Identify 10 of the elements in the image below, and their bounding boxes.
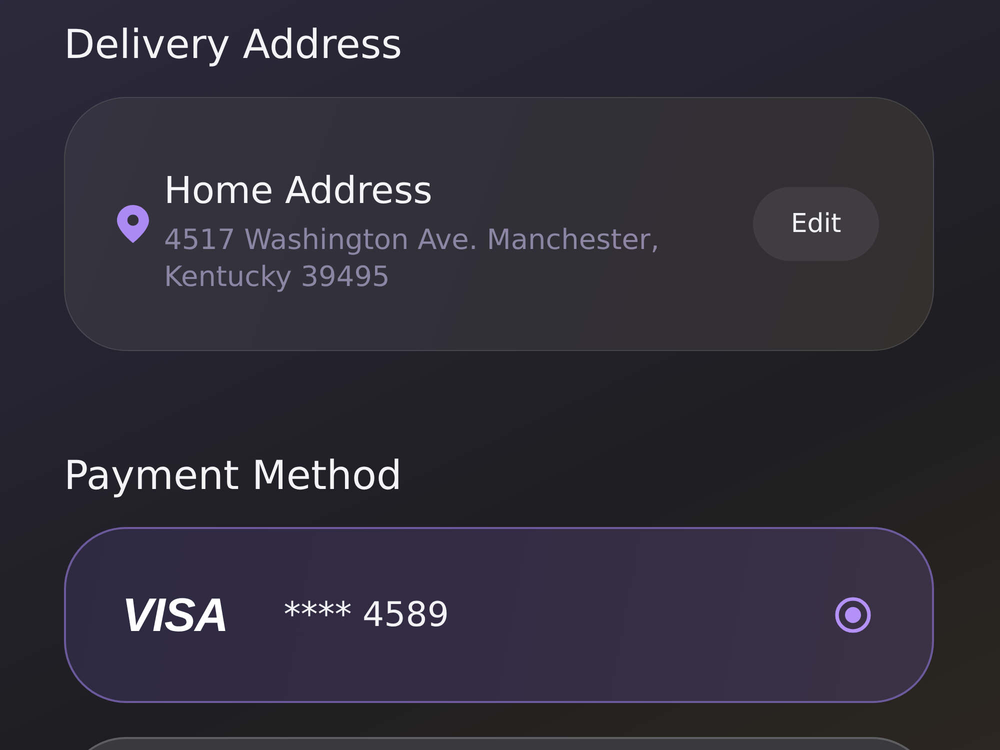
payment-card[interactable]: VISA **** 4589 — [64, 527, 934, 703]
card-brand-logo: VISA — [122, 590, 228, 640]
section-heading: Delivery Address — [64, 21, 402, 69]
card-number: **** 4589 — [284, 594, 450, 636]
address-text: 4517 Washington Ave. Manchester, Kentucky 39495 — [164, 222, 660, 295]
location-pin-icon — [117, 205, 149, 243]
edit-button[interactable]: Edit — [753, 187, 879, 261]
section-heading: Payment Method — [64, 452, 402, 500]
address-title: Home Address — [164, 169, 432, 213]
radio-button[interactable] — [835, 597, 871, 633]
